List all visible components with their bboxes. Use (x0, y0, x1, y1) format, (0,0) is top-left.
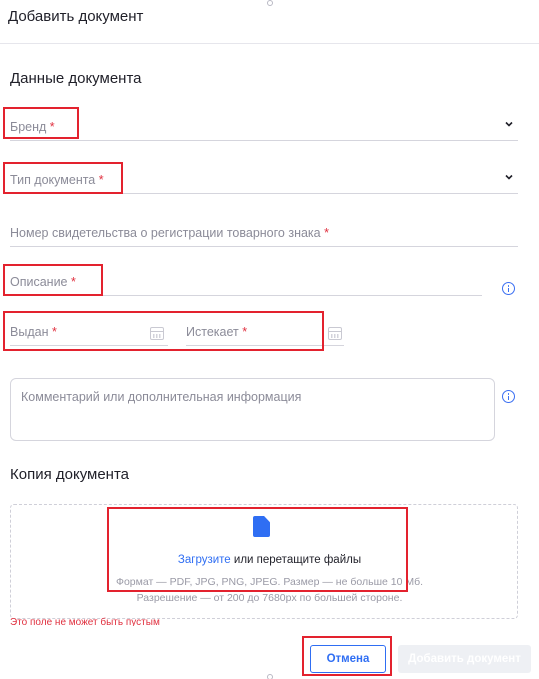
info-icon[interactable] (502, 390, 515, 403)
issued-label: Выдан * (10, 325, 57, 339)
drag-handle-top (267, 0, 273, 6)
description-label: Описание * (10, 275, 76, 289)
expires-date-input[interactable]: Истекает * (186, 320, 344, 346)
document-type-select[interactable]: Тип документа * (10, 168, 518, 194)
description-input[interactable]: Описание * (10, 270, 482, 296)
expires-label: Истекает * (186, 325, 248, 339)
calendar-icon[interactable] (150, 327, 164, 340)
format-hint: Формат — PDF, JPG, PNG, JPEG. Размер — н… (115, 576, 424, 588)
comment-textarea[interactable]: Комментарий или дополнительная информаци… (10, 378, 495, 441)
upload-link[interactable]: Загрузите (178, 554, 231, 566)
section-title-document-copy: Копия документа (10, 466, 130, 483)
brand-label: Бренд * (10, 120, 55, 134)
trademark-certificate-label: Номер свидетельства о регистрации товарн… (10, 226, 329, 240)
dialog-title: Добавить документ (8, 8, 144, 25)
error-message: Это поле не может быть пустым (10, 617, 160, 626)
add-document-button[interactable]: Добавить документ (398, 645, 531, 673)
drag-handle-bottom (267, 674, 273, 679)
trademark-certificate-input[interactable]: Номер свидетельства о регистрации товарн… (10, 221, 518, 247)
section-title-document-data: Данные документа (10, 70, 142, 87)
info-icon[interactable] (502, 282, 515, 295)
resolution-hint: Разрешение — от 200 до 7680px по большей… (136, 592, 403, 604)
calendar-icon[interactable] (328, 327, 342, 340)
chevron-down-icon[interactable] (504, 119, 514, 129)
upload-instructions: Загрузите или перетащите файлы (0, 554, 539, 566)
cancel-button[interactable]: Отмена (310, 645, 386, 673)
document-type-label: Тип документа * (10, 173, 104, 187)
issued-date-input[interactable]: Выдан * (10, 320, 168, 346)
header-divider (0, 43, 539, 44)
chevron-down-icon[interactable] (504, 172, 514, 182)
comment-placeholder: Комментарий или дополнительная информаци… (21, 390, 302, 404)
brand-select[interactable]: Бренд * (10, 115, 518, 141)
upload-rest-text: или перетащите файлы (230, 554, 362, 566)
